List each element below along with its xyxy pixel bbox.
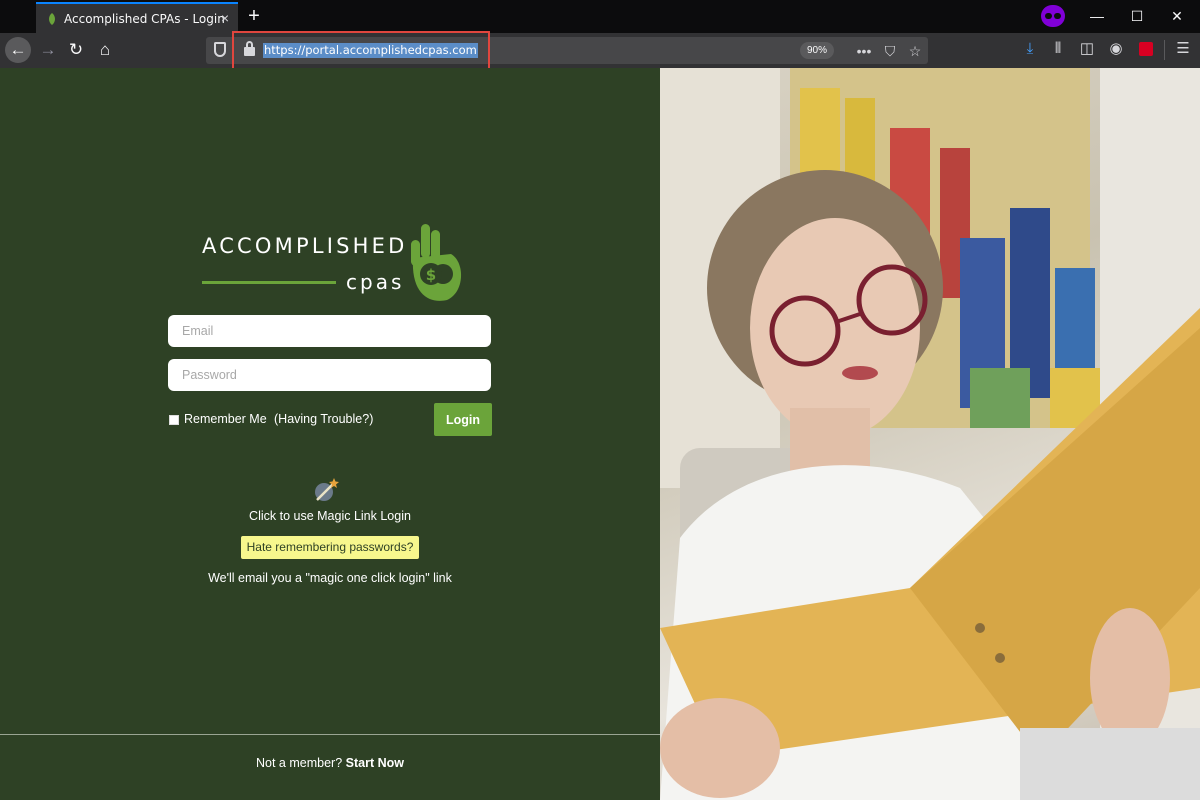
magic-link-note: We'll email you a "magic one click login… [208,571,452,585]
magic-link-login-link[interactable]: Click to use Magic Link Login [0,509,660,523]
remember-me-label[interactable]: Remember Me [184,412,267,426]
logo-underline [202,281,336,284]
new-tab-button[interactable]: + [243,2,265,30]
login-button[interactable]: Login [434,403,492,436]
close-window-button[interactable]: ✕ [1154,0,1200,32]
account-icon[interactable]: ◉ [1105,38,1127,60]
hero-photo-illustration [660,68,1200,800]
login-panel: ACCOMPLISHED cpas $ Remember Me (Having … [0,68,660,800]
tab-title: Accomplished CPAs - Login [64,11,225,26]
logo-text-accomplished: ACCOMPLISHED [202,234,408,258]
remember-me-checkbox[interactable] [169,415,179,425]
signup-prompt-text: Not a member? [256,756,343,770]
ok-hand-money-bag-icon: $ [411,224,462,301]
reload-button[interactable]: ↻ [62,37,90,63]
company-logo: ACCOMPLISHED cpas $ [202,224,464,306]
download-icon[interactable]: ⤓ [1019,38,1041,60]
logo-text-cpas: cpas [346,270,405,294]
back-button[interactable]: ← [5,37,31,63]
home-button[interactable]: ⌂ [91,37,119,63]
email-field[interactable] [168,315,491,347]
private-browsing-icon [1041,5,1065,27]
tab-strip: Accomplished CPAs - Login × + — ☐ ✕ [0,0,1200,33]
extension-icon[interactable] [1139,42,1153,56]
start-now-link[interactable]: Start Now [346,756,404,770]
url-highlight-annotation [232,31,490,72]
signup-prompt: Not a member? Start Now [0,756,660,770]
password-field[interactable] [168,359,491,391]
zoom-level-badge[interactable]: 90% [800,42,834,59]
forward-button[interactable]: → [34,37,62,63]
pocket-icon[interactable]: ⛉ [878,40,902,62]
magic-wand-icon[interactable] [313,477,339,503]
magic-link-badge: Hate remembering passwords? [241,536,419,559]
page-actions-icon[interactable]: ••• [852,40,876,62]
hamburger-menu-icon[interactable]: ☰ [1172,38,1194,60]
toolbar-separator [1164,40,1165,60]
footer-divider [0,734,660,735]
browser-tab[interactable]: Accomplished CPAs - Login × [36,2,238,33]
close-tab-icon[interactable]: × [221,10,229,26]
svg-text:$: $ [426,266,436,284]
leaf-favicon-icon [49,12,55,25]
hero-photo [660,68,1200,800]
library-icon[interactable]: ⫴ [1047,38,1069,60]
having-trouble-link[interactable]: (Having Trouble?) [274,412,373,426]
sidebar-icon[interactable]: ◫ [1076,38,1098,60]
bookmark-star-icon[interactable]: ☆ [903,40,927,62]
tracking-shield-icon[interactable] [214,42,226,57]
